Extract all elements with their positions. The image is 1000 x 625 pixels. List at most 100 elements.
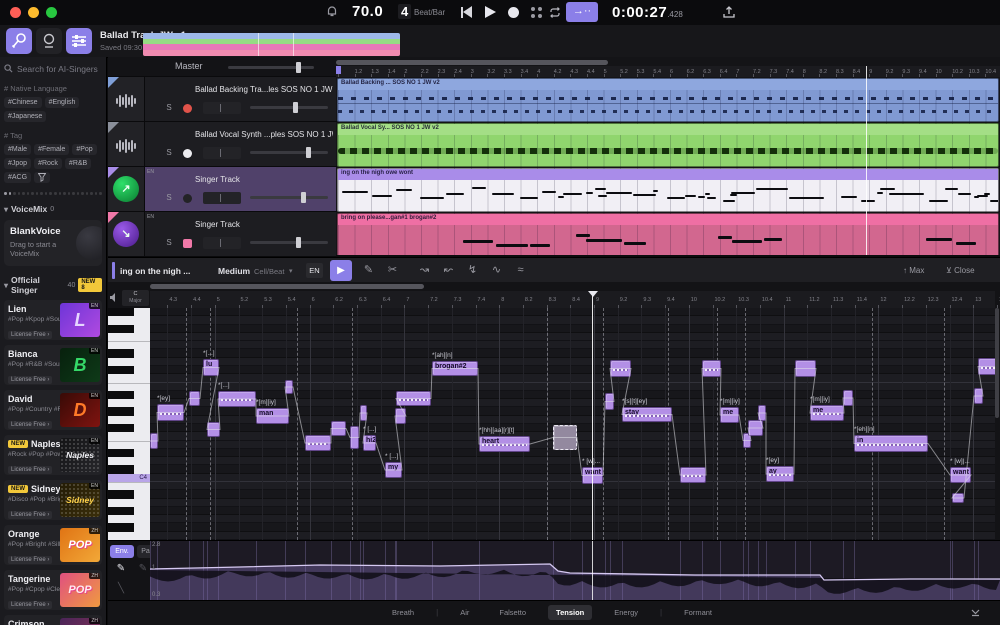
singer-card[interactable]: NEWSidney#Disco #Pop #BrighLicense Free … [4,480,102,520]
carousel-dot[interactable] [31,192,34,195]
track-icon-box[interactable] [108,122,145,166]
ai-singer-panel-button[interactable] [6,28,32,54]
tag-chip[interactable]: #Pop [72,144,96,155]
track-header-row[interactable]: Ballad Vocal Synth ...ples SOS NO 1 JW v… [108,122,336,167]
note[interactable] [350,426,359,449]
pitch-draw-tool[interactable]: ↝ [416,262,433,279]
mixer-panel-button[interactable] [66,28,92,54]
tag-chip[interactable]: #Female [34,144,69,155]
black-key[interactable] [108,325,134,333]
clip[interactable]: ing on the nigh owe wont [337,168,999,212]
param-tab-formant[interactable]: Formant [676,605,720,620]
volume-handle[interactable] [301,192,306,203]
note[interactable] [605,393,614,410]
carousel-dot[interactable] [18,192,21,195]
search-input[interactable]: Search for AI-Singers [4,62,102,75]
solo-button[interactable]: S [163,147,175,159]
note[interactable] [360,405,367,421]
note[interactable]: in [854,435,928,452]
note[interactable] [157,404,184,421]
play-button[interactable] [485,6,496,18]
carousel-dot[interactable] [4,192,7,195]
record-button[interactable] [508,7,519,18]
carousel-dot[interactable] [90,192,93,195]
note[interactable] [150,433,158,449]
tag-chip[interactable]: #R&B [65,158,91,169]
carousel-dots[interactable] [4,192,102,195]
pitch-anchor-tool[interactable]: ↜ [440,262,457,279]
carousel-dot[interactable] [63,192,66,195]
filter-icon[interactable] [34,172,50,183]
arrange-area[interactable]: 11.21.31.422.22.32.433.23.33.444.24.34.4… [336,57,1000,255]
minimize-window-button[interactable] [28,7,39,18]
line-tool[interactable]: ╲ [113,581,129,597]
close-editor-button[interactable]: ⊻ Close [946,266,975,275]
note[interactable] [795,360,816,377]
editor-playhead[interactable] [592,291,593,540]
note[interactable]: stay [622,407,672,422]
singer-card[interactable]: Tangerine#Pop #Cpop #CleaLicense Free ›P… [4,570,102,610]
carousel-dot[interactable] [59,192,62,195]
pan-slider[interactable] [203,102,241,114]
singer-card[interactable]: Orange#Pop #Bright #SilkyLicense Free ›P… [4,525,102,565]
vibrato-tool[interactable]: ∿ [488,262,505,279]
play-cursor-tool[interactable]: ▶ [330,260,352,281]
tab-envelope[interactable]: Env. [110,545,134,558]
black-key[interactable] [108,366,134,374]
black-key[interactable] [108,308,134,316]
scissors-tool[interactable]: ✂ [384,262,401,279]
param-tab-energy[interactable]: Energy [606,605,646,620]
note[interactable] [610,360,631,377]
note[interactable] [978,358,995,375]
maximize-window-button[interactable] [46,7,57,18]
solo-button[interactable]: S [163,237,175,249]
carousel-dot[interactable] [49,192,52,195]
volume-handle[interactable] [293,102,298,113]
tension-envelope[interactable] [150,541,1000,601]
note[interactable] [758,405,766,421]
carousel-dot[interactable] [95,192,98,195]
tempo-display[interactable]: 70.0 [352,3,383,20]
voicemix-section-header[interactable]: VoiceMix 0 [4,204,102,214]
track-header-row[interactable]: ↗ENSinger TrackS [108,167,336,212]
carousel-dot[interactable] [36,192,39,195]
carousel-dot[interactable] [9,192,12,195]
speaker-icon[interactable] [109,292,120,303]
piano-keys[interactable]: C4 [108,308,150,540]
track-name[interactable]: Ballad Vocal Synth ...ples SOS NO 1 JW v… [195,130,333,139]
singer-card[interactable]: Bianca#Pop #R&B #Soul #License Free ›BEN [4,345,102,385]
note[interactable]: me [810,405,844,421]
carousel-dot[interactable] [27,192,30,195]
note[interactable] [748,420,763,436]
note[interactable]: want [950,467,971,483]
note[interactable] [553,425,577,450]
master-volume-slider[interactable] [228,66,314,69]
carousel-dot[interactable] [22,192,25,195]
note[interactable] [952,493,964,503]
loop-icon[interactable] [548,6,562,19]
carousel-dot[interactable] [99,192,102,195]
mute-indicator[interactable] [183,239,192,248]
mute-indicator[interactable] [183,149,192,158]
singer-card[interactable]: NEWNaples#Rock #Pop #PoweLicense Free ›N… [4,435,102,475]
playhead-handle[interactable] [588,291,598,297]
draw-tool[interactable]: ✎ [113,561,129,577]
skip-to-start-button[interactable] [461,6,473,19]
note[interactable] [207,422,220,437]
tag-chip[interactable]: #Jpop [4,158,31,169]
close-window-button[interactable] [10,7,21,18]
carousel-dot[interactable] [77,192,80,195]
arrange-h-scrollbar[interactable] [336,60,608,65]
piano-roll-ruler[interactable]: 4.34.455.25.35.466.26.36.477.27.37.488.2… [150,291,995,309]
tag-chip[interactable]: #ACG [4,172,31,183]
smooth-tool[interactable]: ≈ [512,262,529,279]
language-chip[interactable]: #English [45,97,80,108]
volume-slider[interactable] [250,151,328,154]
note[interactable]: heart [479,436,530,452]
track-icon-box[interactable] [108,77,145,121]
pan-slider[interactable] [203,147,241,159]
carousel-dot[interactable] [86,192,89,195]
note[interactable]: brogan#2 [432,361,478,376]
arrange-playhead[interactable] [866,66,867,255]
carousel-dot[interactable] [54,192,57,195]
